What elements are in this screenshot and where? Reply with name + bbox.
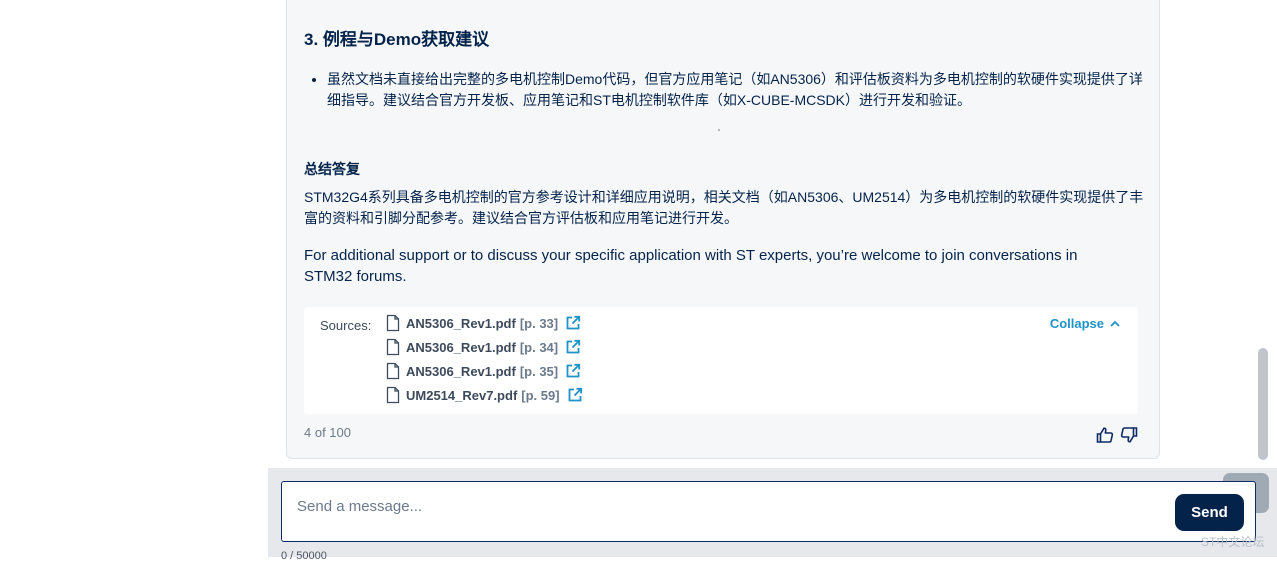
source-page: [p. 35] xyxy=(519,363,559,379)
document-icon xyxy=(386,386,400,404)
collapse-label: Collapse xyxy=(1049,316,1104,331)
external-link-icon[interactable] xyxy=(565,363,581,379)
watermark: ST中文论坛 xyxy=(1201,535,1265,549)
collapse-button[interactable]: Collapse xyxy=(1050,316,1120,331)
thumbs-up-icon[interactable] xyxy=(1096,426,1114,444)
answer-counter: 4 of 100 xyxy=(304,425,351,440)
external-link-icon[interactable] xyxy=(565,315,581,331)
thumbs-down-icon[interactable] xyxy=(1120,426,1138,444)
source-filename[interactable]: UM2514_Rev7.pdf xyxy=(406,388,517,403)
answer-card: 3. 例程与Demo获取建议 虽然文档未直接给出完整的多电机控制Demo代码，但… xyxy=(286,0,1160,459)
external-link-icon[interactable] xyxy=(565,339,581,355)
summary-title: 总结答复 xyxy=(304,161,360,177)
sources-label: Sources: xyxy=(320,318,372,333)
chevron-up-icon xyxy=(1110,320,1120,327)
source-item: AN5306_Rev1.pdf [p. 35] xyxy=(386,361,581,381)
message-composer: Send xyxy=(281,481,1256,542)
source-item: AN5306_Rev1.pdf [p. 34] xyxy=(386,337,581,357)
message-input[interactable] xyxy=(295,492,1159,520)
char-count: 0 / 50000 xyxy=(281,550,327,562)
source-item: UM2514_Rev7.pdf [p. 59] xyxy=(386,385,583,405)
external-link-icon[interactable] xyxy=(567,387,583,403)
source-page: [p. 34] xyxy=(519,339,559,355)
source-filename[interactable]: AN5306_Rev1.pdf xyxy=(406,340,516,355)
sources-panel: Sources: AN5306_Rev1.pdf [p. 33] AN5306_… xyxy=(304,307,1138,414)
section-heading: 3. 例程与Demo获取建议 xyxy=(304,30,490,49)
source-page: [p. 59] xyxy=(521,387,560,403)
bullet-list: 虽然文档未直接给出完整的多电机控制Demo代码，但官方应用笔记（如AN5306）… xyxy=(309,69,1153,111)
separator-dot xyxy=(718,129,720,131)
bullet-item: 虽然文档未直接给出完整的多电机控制Demo代码，但官方应用笔记（如AN5306）… xyxy=(327,69,1153,111)
source-filename[interactable]: AN5306_Rev1.pdf xyxy=(406,364,516,379)
summary-text: STM32G4系列具备多电机控制的官方参考设计和详细应用说明，相关文档（如AN5… xyxy=(304,189,1144,226)
source-page: [p. 33] xyxy=(519,315,559,331)
source-filename[interactable]: AN5306_Rev1.pdf xyxy=(406,316,516,331)
document-icon xyxy=(386,314,400,332)
send-button[interactable]: Send xyxy=(1175,494,1244,531)
scrollbar-thumb[interactable] xyxy=(1258,348,1268,460)
document-icon xyxy=(386,338,400,356)
source-item: AN5306_Rev1.pdf [p. 33] xyxy=(386,313,581,333)
document-icon xyxy=(386,362,400,380)
support-text: For additional support or to discuss you… xyxy=(304,247,1078,285)
